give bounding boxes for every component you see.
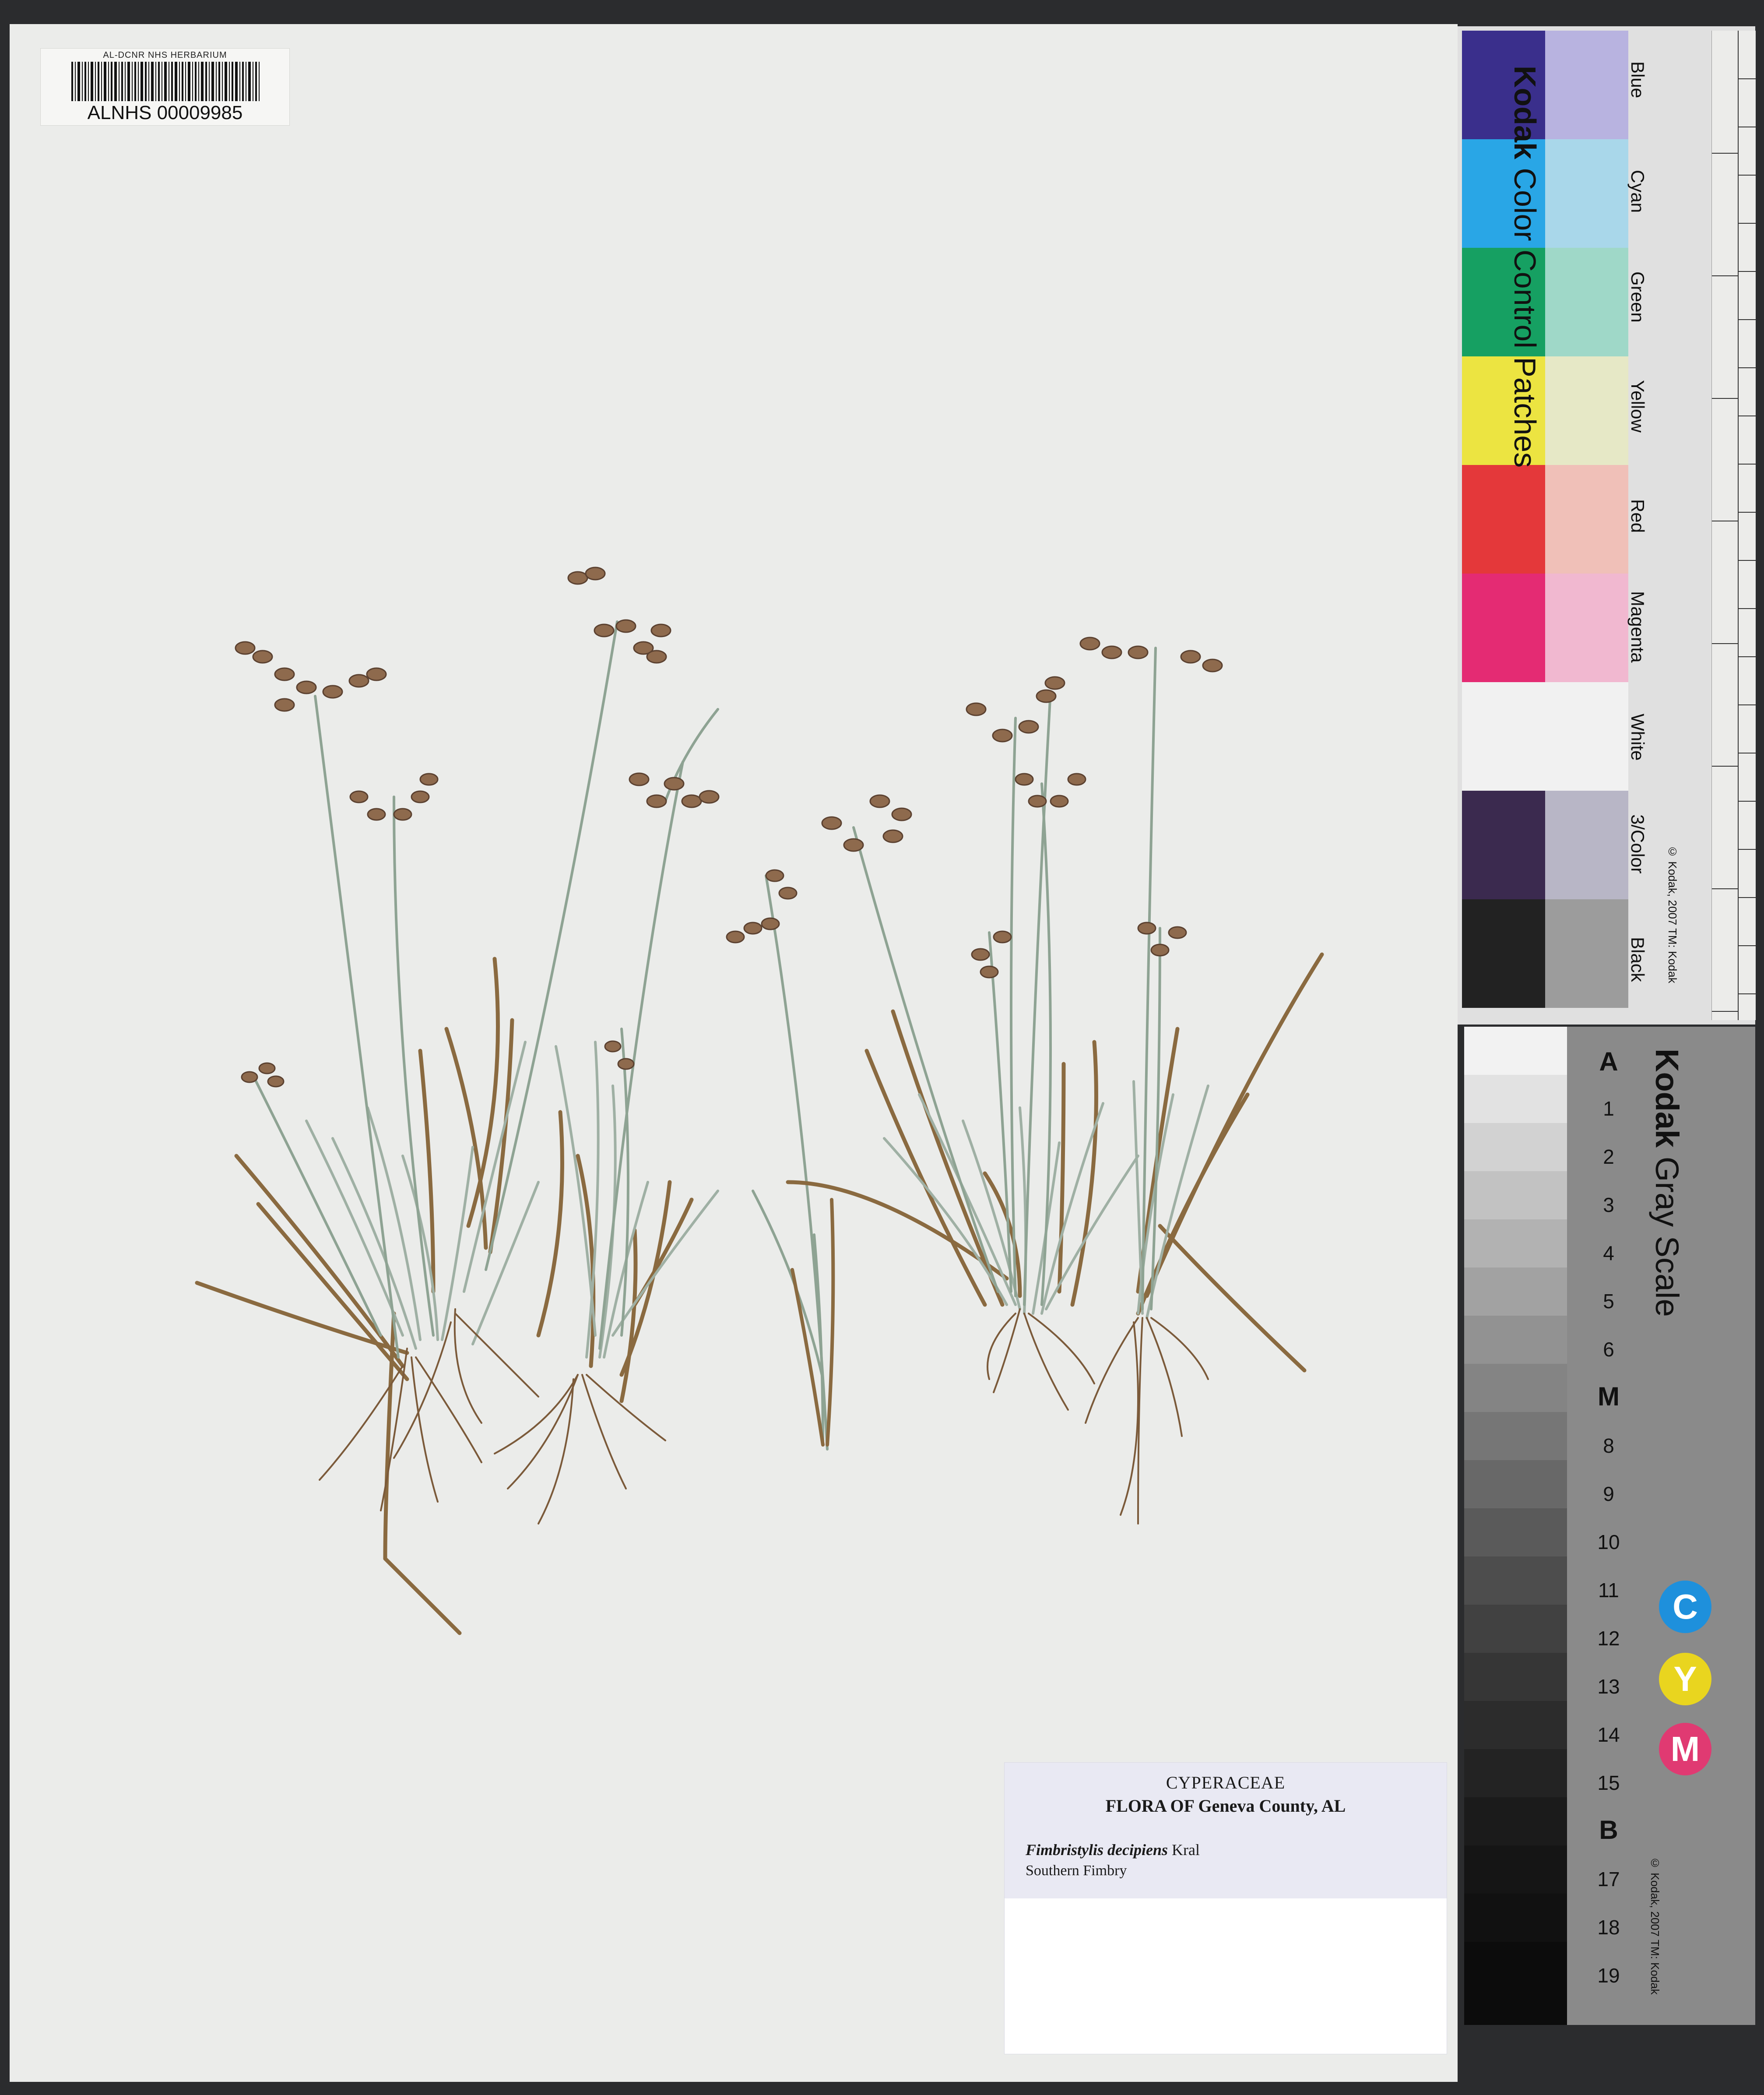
patch-label-3color: 3/Color [1627,814,1648,874]
gray-step-4: 4 [1603,1242,1614,1264]
cyan-dot-icon: C [1659,1581,1711,1633]
color-control-card: Blue Cyan Green Yellow Red Magenta White… [1458,26,1755,1025]
gray-step-1: 1 [1603,1097,1614,1120]
patch-white [1462,682,1628,791]
species-author: Kral [1172,1841,1200,1859]
gray-card-brand: Kodak [1649,1049,1685,1148]
patch-black [1462,899,1628,1008]
gray-scale-card: A 1 2 3 4 5 6 M 8 9 10 11 12 13 14 15 B … [1464,1027,1755,2025]
patch-cyan [1462,139,1628,248]
gray-card-copyright: © Kodak, 2007 TM: Kodak [1648,1856,1662,1995]
patch-label-white: White [1627,714,1648,761]
color-card-brand: Kodak [1508,66,1542,159]
gray-step-A: A [1599,1047,1618,1076]
gray-step-2: 2 [1603,1145,1614,1168]
gray-steps [1464,1027,1567,2025]
patch-3color [1462,791,1628,899]
gray-step-10: 10 [1597,1531,1620,1553]
gray-step-8: 8 [1603,1434,1614,1457]
patch-label-black: Black [1627,937,1648,982]
patch-red [1462,465,1628,574]
gray-step-M: M [1598,1382,1620,1411]
color-card-title-text: Color Control Patches [1508,168,1542,468]
gray-step-6: 6 [1603,1338,1614,1361]
patch-label-cyan: Cyan [1627,170,1648,213]
flora-title: FLORA OF Geneva County, AL [1105,1796,1346,1816]
species-name: Fimbristylis decipiens [1026,1841,1168,1859]
patch-label-yellow: Yellow [1627,380,1648,433]
gray-step-B: B [1599,1815,1618,1845]
patch-label-green: Green [1627,271,1648,323]
gray-step-11: 11 [1598,1579,1619,1602]
magenta-dot-icon: M [1659,1723,1711,1775]
gray-step-9: 9 [1603,1482,1614,1505]
patch-green [1462,248,1628,356]
gray-step-14: 14 [1597,1723,1620,1746]
gray-step-17: 17 [1597,1868,1620,1891]
family-name: CYPERACEAE [1166,1773,1286,1792]
common-name: Southern Fimbry [1026,1863,1127,1879]
species-line: Fimbristylis decipiens Kral [1026,1841,1200,1859]
gray-step-12: 12 [1597,1627,1620,1650]
color-card-title: Kodak Color Control Patches [1507,66,1543,468]
yellow-dot-icon: Y [1659,1653,1711,1705]
gray-step-3: 3 [1603,1194,1614,1216]
gray-step-18: 18 [1597,1916,1620,1939]
patch-blue [1462,31,1628,139]
patch-magenta [1462,574,1628,682]
patch-yellow [1462,356,1628,465]
specimen-label: CYPERACEAE FLORA OF Geneva County, AL Fi… [1004,1762,1447,2054]
gray-card-title: Kodak Gray Scale [1648,1049,1686,1317]
color-card-copyright: © Kodak, 2007 TM: Kodak [1666,845,1679,983]
patch-label-red: Red [1627,499,1648,533]
gray-card-title-text: Gray Scale [1649,1156,1685,1317]
gray-step-5: 5 [1603,1290,1614,1313]
gray-step-13: 13 [1597,1675,1620,1698]
patch-label-blue: Blue [1627,61,1648,99]
patch-label-magenta: Magenta [1627,591,1648,663]
gray-step-19: 19 [1597,1964,1620,1987]
ruler [1711,31,1756,1020]
gray-step-15: 15 [1597,1771,1620,1794]
